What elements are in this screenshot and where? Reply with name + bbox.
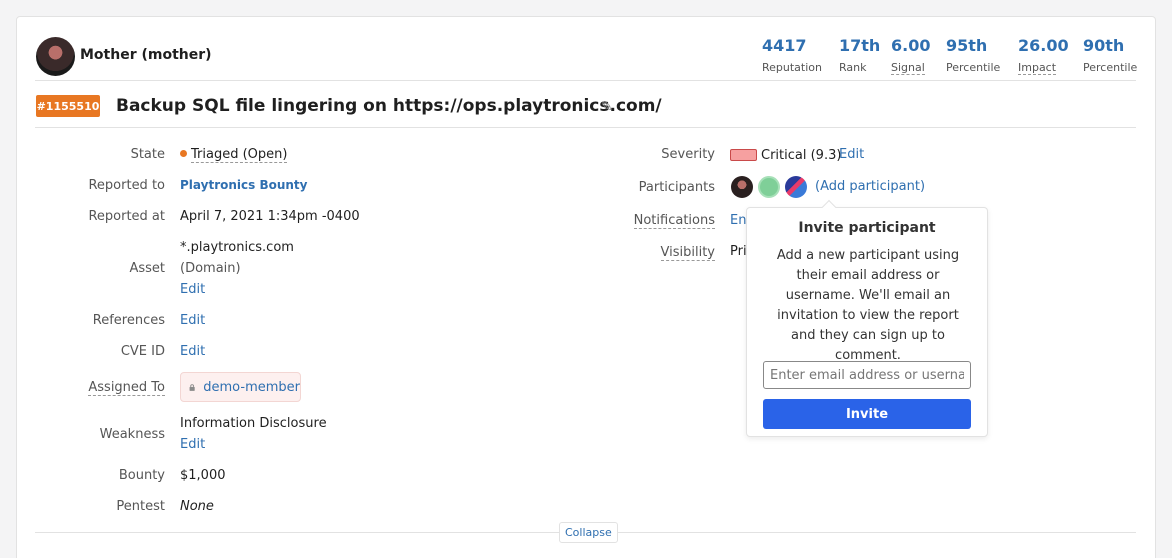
severity-edit-link[interactable]: Edit — [839, 147, 864, 162]
state-label: State — [130, 147, 165, 162]
stat-reputation-value: 4417 — [762, 36, 807, 55]
assignee-chip[interactable]: demo-member — [180, 372, 301, 402]
severity-meter — [730, 149, 757, 161]
stat-reputation-label: Reputation — [762, 61, 822, 74]
cve-label: CVE ID — [120, 344, 165, 359]
asset-label: Asset — [129, 261, 165, 276]
report-card: Mother (mother) 4417 Reputation 17th Ran… — [16, 16, 1156, 558]
reporter-name[interactable]: Mother (mother) — [80, 47, 212, 63]
asset-value: *.playtronics.com — [180, 240, 294, 255]
title-divider — [35, 127, 1136, 128]
reporter-avatar[interactable] — [36, 37, 75, 76]
edit-title-icon[interactable]: ✎ — [601, 99, 613, 115]
stat-signal-label[interactable]: Signal — [891, 61, 925, 75]
state-value[interactable]: Triaged (Open) — [180, 147, 288, 163]
lock-icon — [189, 383, 195, 391]
invite-button[interactable]: Invite — [763, 399, 971, 429]
stat-rank-value: 17th — [839, 36, 881, 55]
pentest-label: Pentest — [116, 499, 165, 514]
stat-impact-percentile-label: Percentile — [1083, 61, 1138, 74]
stat-percentile-value: 95th — [946, 36, 988, 55]
participant-email-input[interactable] — [763, 361, 971, 389]
stat-impact-label[interactable]: Impact — [1018, 61, 1057, 75]
add-participant-link[interactable]: (Add participant) — [815, 179, 925, 194]
notifications-value[interactable]: En — [730, 213, 746, 228]
cve-edit-link[interactable]: Edit — [180, 344, 205, 359]
stat-impact-percentile-value: 90th — [1083, 36, 1125, 55]
severity-value: Critical (9.3) — [761, 148, 842, 163]
reported-at-label: Reported at — [88, 209, 165, 224]
notifications-label[interactable]: Notifications — [575, 213, 715, 229]
references-label: References — [92, 313, 165, 328]
state-text[interactable]: Triaged (Open) — [191, 147, 288, 163]
weakness-edit-link[interactable]: Edit — [180, 437, 205, 452]
stat-impact-value: 26.00 — [1018, 36, 1069, 55]
assignee-link[interactable]: demo-member — [203, 380, 300, 395]
asset-type: (Domain) — [180, 261, 241, 276]
notifications-label-text[interactable]: Notifications — [633, 213, 715, 229]
participants-label: Participants — [638, 180, 715, 195]
header-divider — [35, 80, 1136, 81]
references-edit-link[interactable]: Edit — [180, 313, 205, 328]
bounty-label: Bounty — [118, 468, 165, 483]
weakness-label: Weakness — [99, 427, 165, 442]
collapse-button[interactable]: Collapse — [559, 522, 618, 543]
assigned-label[interactable]: Assigned To — [25, 380, 165, 396]
participant-avatar-1[interactable] — [731, 176, 753, 198]
asset-edit-link[interactable]: Edit — [180, 282, 205, 297]
state-dot-icon — [180, 150, 187, 157]
report-title: Backup SQL file lingering on https://ops… — [116, 96, 662, 116]
popover-description: Add a new participant using their email … — [776, 248, 960, 363]
pentest-value: None — [180, 499, 214, 514]
bounty-value: $1,000 — [180, 468, 226, 483]
report-id-badge[interactable]: #1155510 — [36, 95, 100, 117]
visibility-label-text[interactable]: Visibility — [660, 245, 715, 261]
program-link[interactable]: Playtronics Bounty — [180, 178, 307, 192]
visibility-value: Pri — [730, 244, 747, 259]
visibility-label[interactable]: Visibility — [575, 245, 715, 261]
reported-to-label: Reported to — [88, 178, 165, 193]
stat-rank-label: Rank — [839, 61, 867, 74]
participant-avatar-2[interactable] — [758, 176, 780, 198]
popover-title: Invite participant — [798, 220, 936, 236]
reported-at-value: April 7, 2021 1:34pm -0400 — [180, 209, 360, 224]
participant-avatar-3[interactable] — [785, 176, 807, 198]
weakness-value: Information Disclosure — [180, 416, 327, 431]
stat-percentile-label: Percentile — [946, 61, 1001, 74]
stat-signal-value: 6.00 — [891, 36, 931, 55]
invite-participant-popover: Invite participant Add a new participant… — [746, 207, 988, 437]
severity-label: Severity — [661, 147, 715, 162]
assigned-label-text[interactable]: Assigned To — [88, 380, 165, 396]
